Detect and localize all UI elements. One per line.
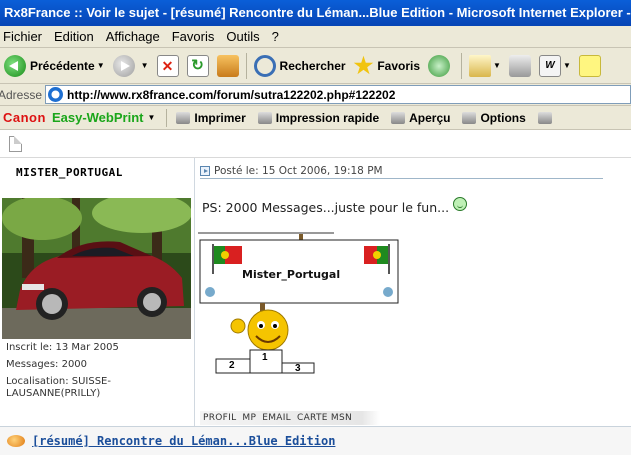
window-title-bar: Rx8France :: Voir le sujet - [résumé] Re… — [0, 0, 631, 26]
history-button[interactable] — [424, 51, 458, 81]
back-label: Précédente — [30, 58, 95, 73]
podium-first: 1 — [262, 352, 268, 363]
canon-print-button[interactable]: Imprimer — [170, 111, 251, 125]
post-body: PS: 2000 Messages...juste pour le fun... — [202, 196, 468, 215]
search-icon — [253, 54, 276, 77]
post-date: Posté le: 15 Oct 2006, 19:18 PM — [214, 164, 383, 177]
refresh-button[interactable]: ↻ — [183, 51, 213, 81]
edit-dropdown-icon[interactable]: ▼ — [563, 61, 571, 70]
forward-arrow-icon — [112, 54, 135, 77]
preview-label: Aperçu — [409, 110, 451, 125]
options-icon — [462, 111, 477, 124]
mail-dropdown-icon[interactable]: ▼ — [493, 61, 501, 70]
post-username[interactable]: MISTER_PORTUGAL — [16, 166, 123, 179]
post-content-panel: Posté le: 15 Oct 2006, 19:18 PM PS: 2000… — [196, 158, 631, 426]
search-button[interactable]: Rechercher — [250, 51, 350, 81]
canon-logo: Canon — [3, 110, 46, 125]
easy-webprint-menu[interactable]: Easy-WebPrint — [46, 110, 144, 125]
quick-printer-icon — [257, 111, 272, 124]
signature-image: Mister_Portugal 2 1 3 — [198, 232, 403, 382]
back-arrow-icon — [4, 54, 26, 77]
quick-print-label: Impression rapide — [275, 110, 380, 125]
printer-icon — [176, 111, 191, 124]
browser-toolbar: Précédente ▼ ▼ ✕ ↻ Rechercher ★ Favoris … — [0, 48, 631, 84]
notes-button[interactable] — [575, 51, 605, 81]
address-label: Adresse — [0, 87, 43, 102]
more-icon — [537, 111, 552, 124]
preview-icon — [391, 111, 406, 124]
links-bar — [0, 130, 631, 158]
address-bar: Adresse http://www.rx8france.com/forum/s… — [0, 84, 631, 106]
forward-button[interactable]: ▼ — [109, 51, 153, 81]
menu-bar: Fichier Edition Affichage Favoris Outils… — [0, 26, 631, 48]
stop-icon: ✕ — [156, 54, 179, 77]
quick-print-button[interactable]: Impression rapide — [252, 111, 385, 125]
topic-title-link[interactable]: [résumé] Rencontre du Léman...Blue Editi… — [32, 434, 335, 448]
topic-icon — [7, 435, 25, 447]
canon-print-label: Imprimer — [194, 110, 246, 125]
post-text: PS: 2000 Messages...juste pour le fun... — [202, 200, 450, 215]
search-label: Rechercher — [279, 58, 346, 73]
email-link[interactable]: EMAIL — [259, 413, 294, 423]
post-author-panel: MISTER_PORTUGAL Inscrit le: 13 Mar 2005 … — [0, 158, 195, 426]
more-button[interactable] — [532, 111, 562, 124]
topic-footer: [résumé] Rencontre du Léman...Blue Editi… — [0, 426, 631, 455]
ie-page-icon — [48, 87, 64, 102]
options-label: Options — [480, 110, 526, 125]
print-button[interactable] — [505, 51, 535, 81]
history-icon — [428, 54, 451, 77]
canon-toolbar: Canon Easy-WebPrint ▼ Imprimer Impressio… — [0, 106, 631, 130]
podium-third: 3 — [295, 363, 301, 374]
menu-edition[interactable]: Edition — [51, 29, 103, 44]
podium-second: 2 — [229, 360, 235, 371]
forward-dropdown-icon[interactable]: ▼ — [141, 61, 149, 70]
user-joined: Inscrit le: 13 Mar 2005 — [6, 342, 119, 353]
star-icon: ★ — [353, 52, 374, 78]
favorites-button[interactable]: ★ Favoris — [350, 51, 424, 81]
home-icon — [216, 54, 239, 77]
address-url[interactable]: http://www.rx8france.com/forum/sutra1222… — [67, 88, 395, 102]
toolbar-separator — [461, 52, 463, 79]
favorites-label: Favoris — [377, 58, 421, 73]
window-title: Rx8France :: Voir le sujet - [résumé] Re… — [4, 5, 631, 20]
mail-button[interactable]: ▼ — [465, 51, 505, 81]
note-icon — [578, 54, 601, 77]
menu-favoris[interactable]: Favoris — [169, 29, 224, 44]
toolbar-separator — [245, 52, 247, 79]
page-icon[interactable] — [9, 136, 22, 152]
post-header: Posté le: 15 Oct 2006, 19:18 PM — [200, 163, 603, 179]
user-avatar — [2, 198, 191, 339]
printer-icon — [508, 54, 531, 77]
smiley-icon — [453, 196, 468, 211]
home-button[interactable] — [213, 51, 243, 81]
post-link-icon[interactable] — [200, 165, 210, 176]
user-location-line1: Localisation: SUISSE- — [6, 376, 111, 387]
toolbar-separator — [166, 108, 168, 127]
menu-affichage[interactable]: Affichage — [103, 29, 169, 44]
user-messages: Messages: 2000 — [6, 359, 88, 370]
car-photo — [2, 198, 191, 339]
menu-outils[interactable]: Outils — [223, 29, 268, 44]
pm-link[interactable]: MP — [239, 413, 259, 423]
edit-button[interactable]: W ▼ — [535, 51, 575, 81]
stop-button[interactable]: ✕ — [153, 51, 183, 81]
menu-help[interactable]: ? — [269, 29, 288, 44]
preview-button[interactable]: Aperçu — [385, 111, 456, 125]
mail-icon — [469, 54, 492, 77]
refresh-icon: ↻ — [186, 54, 209, 77]
address-input[interactable]: http://www.rx8france.com/forum/sutra1222… — [45, 85, 631, 104]
easy-webprint-dropdown-icon[interactable]: ▼ — [147, 113, 155, 122]
profile-link[interactable]: PROFIL — [200, 413, 239, 423]
menu-fichier[interactable]: Fichier — [0, 29, 51, 44]
forum-post: MISTER_PORTUGAL Inscrit le: 13 Mar 2005 … — [0, 158, 631, 426]
signature-name: Mister_Portugal — [242, 268, 341, 281]
back-button[interactable]: Précédente ▼ — [0, 51, 109, 81]
back-dropdown-icon[interactable]: ▼ — [97, 61, 105, 70]
msn-link[interactable]: CARTE MSN — [294, 413, 355, 423]
options-button[interactable]: Options — [456, 111, 531, 125]
word-icon: W — [538, 54, 561, 77]
profile-links: PROFIL MP EMAIL CARTE MSN — [200, 411, 380, 425]
user-location-line2: LAUSANNE(PRILLY) — [6, 388, 101, 399]
